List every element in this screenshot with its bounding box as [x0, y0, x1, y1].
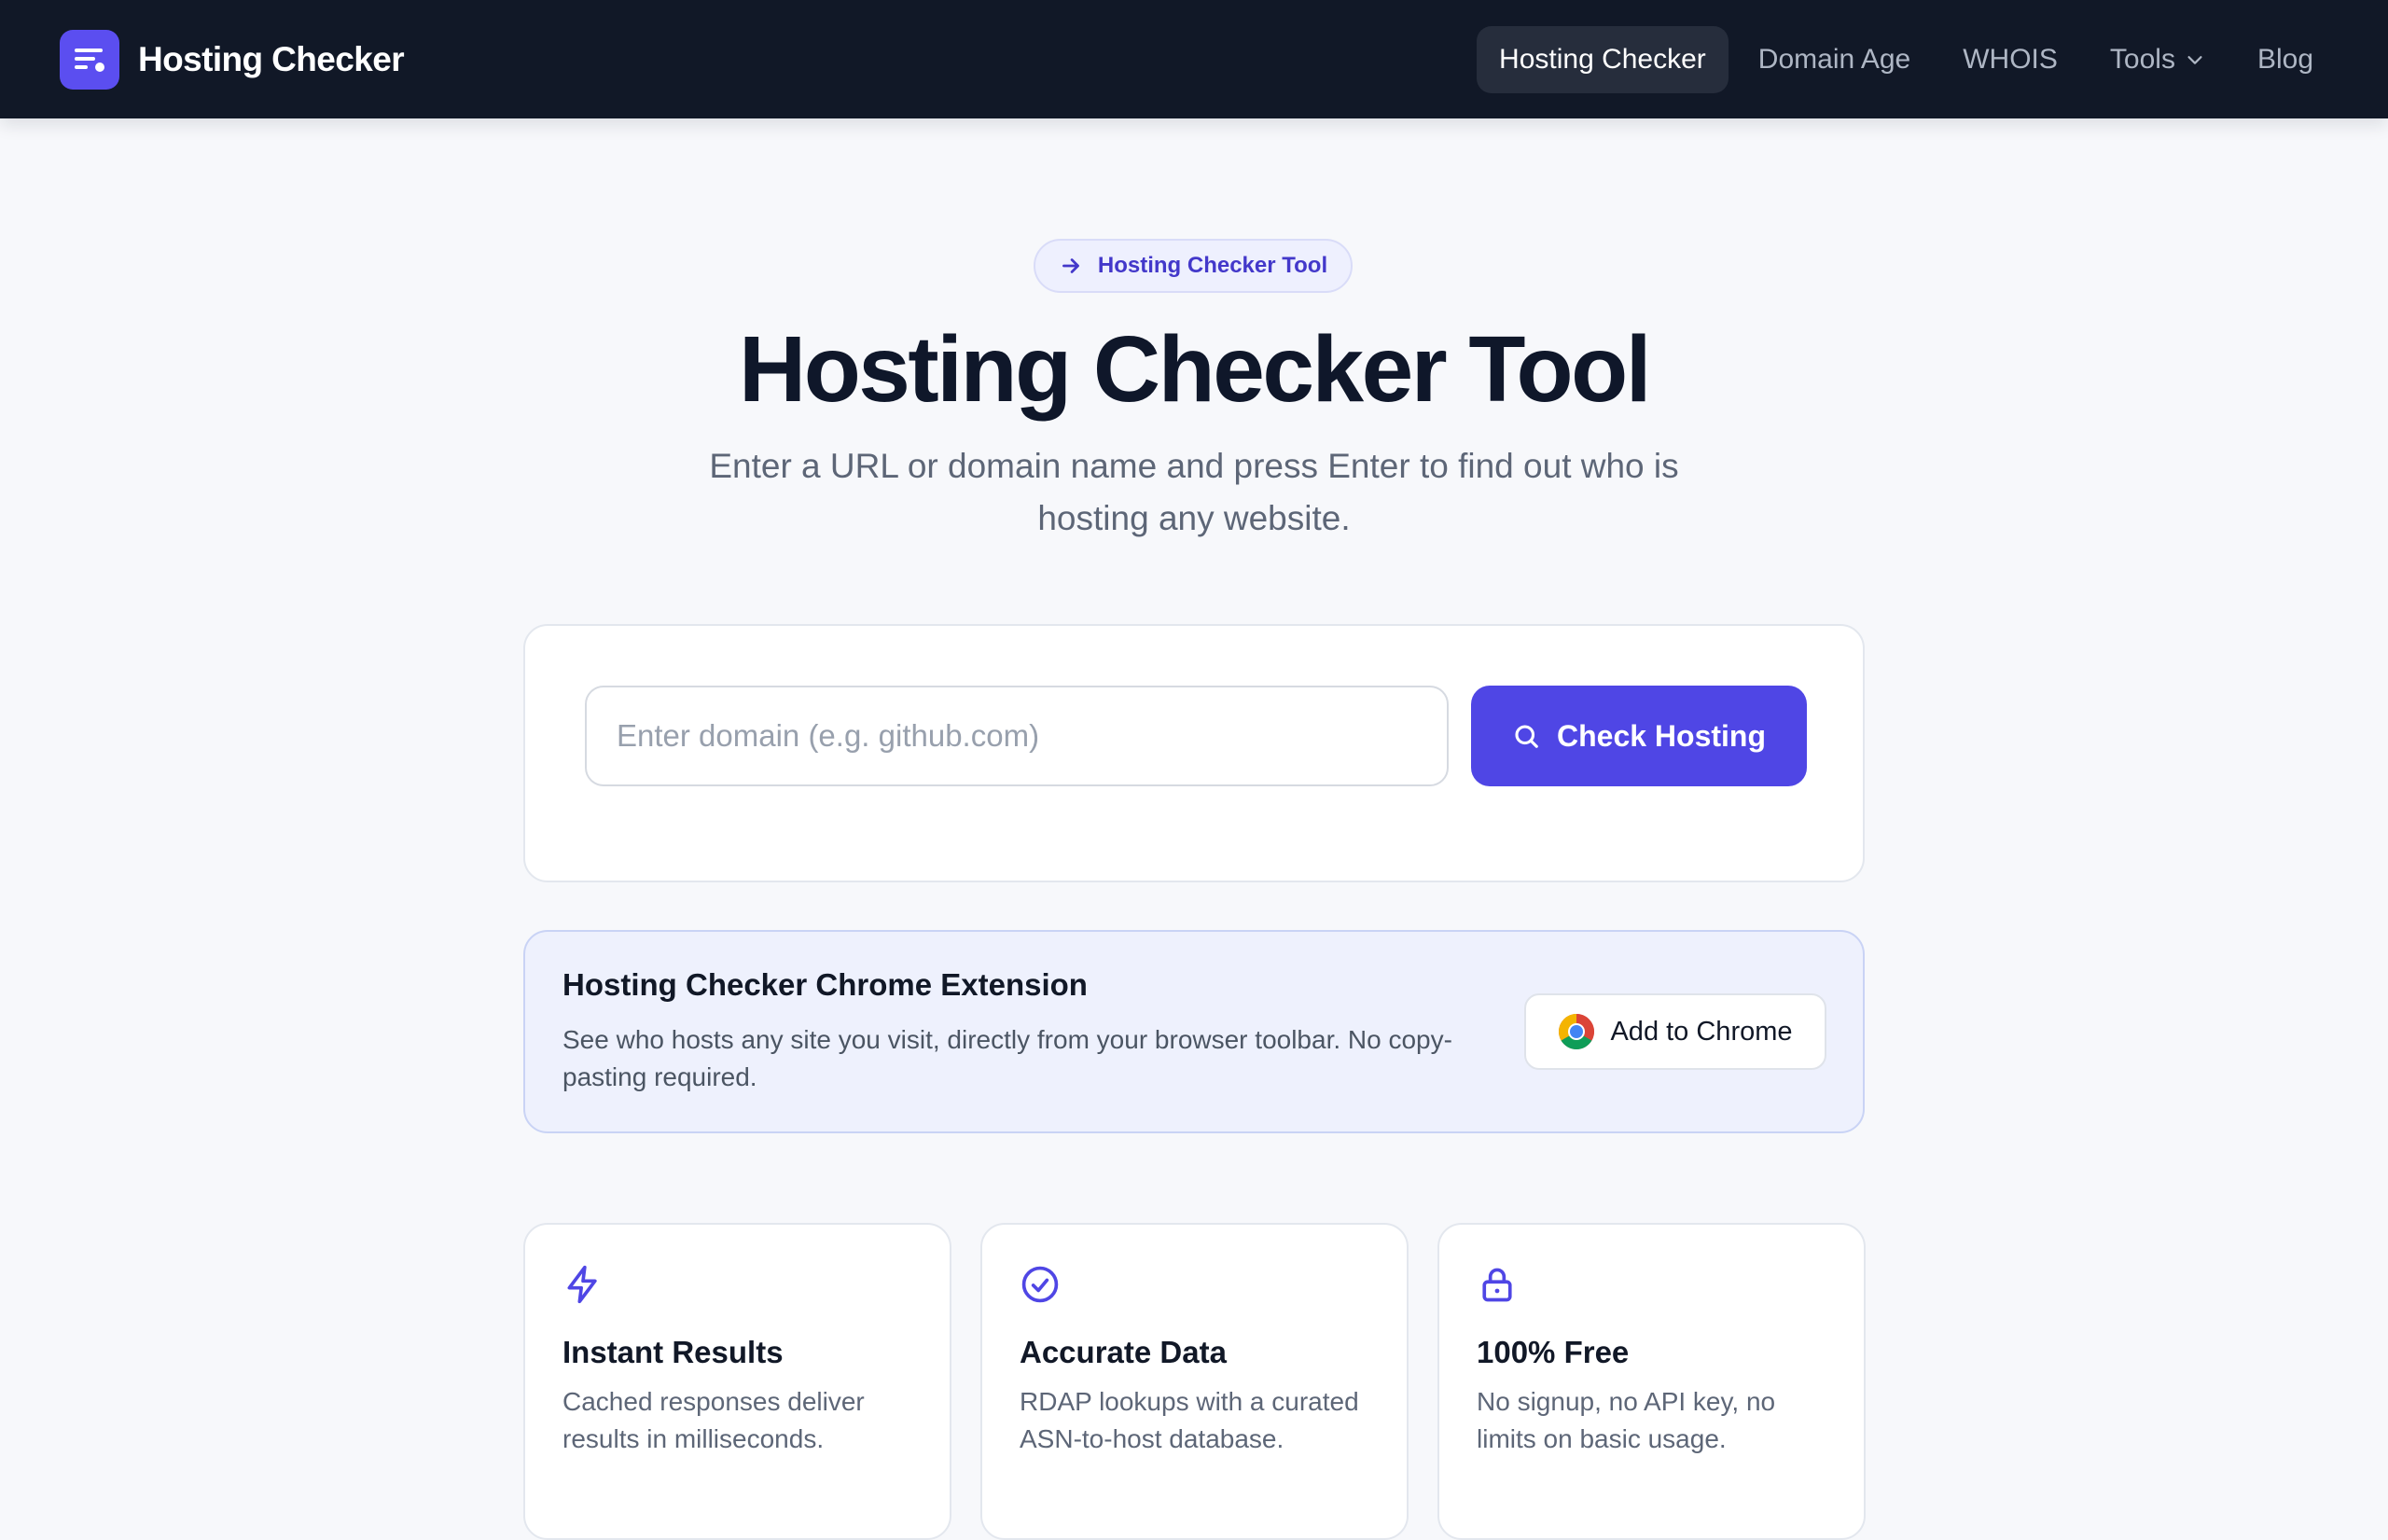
add-to-chrome-label: Add to Chrome — [1610, 1016, 1793, 1047]
nav-item-blog[interactable]: Blog — [2235, 26, 2336, 93]
search-icon — [1512, 722, 1540, 750]
nav-item-hosting-checker[interactable]: Hosting Checker — [1477, 26, 1729, 93]
arrow-right-icon — [1059, 254, 1083, 278]
nav-item-label: Tools — [2109, 44, 2175, 75]
feature-card-free: 100% Free No signup, no API key, no limi… — [1437, 1223, 1866, 1540]
feature-title: 100% Free — [1477, 1335, 1630, 1369]
nav-item-tools[interactable]: Tools — [2088, 26, 2228, 93]
check-circle-icon — [1020, 1264, 1061, 1305]
hero-badge: Hosting Checker Tool — [1034, 239, 1353, 293]
main-nav: Hosting Checker Domain Age WHOIS Tools B… — [1469, 26, 2336, 93]
chrome-extension-card: Hosting Checker Chrome Extension See who… — [523, 930, 1865, 1133]
top-navbar: Hosting Checker Hosting Checker Domain A… — [0, 0, 2388, 118]
lightning-icon — [562, 1264, 604, 1305]
brand-name: Hosting Checker — [138, 40, 405, 78]
add-to-chrome-button[interactable]: Add to Chrome — [1524, 993, 1826, 1070]
page-title: Hosting Checker Tool — [738, 317, 1652, 422]
feature-card-accurate-data: Accurate Data RDAP lookups with a curate… — [980, 1223, 1409, 1540]
feature-description: No signup, no API key, no limits on basi… — [1477, 1387, 1776, 1453]
nav-item-domain-age[interactable]: Domain Age — [1736, 26, 1933, 93]
chevron-down-icon — [2185, 49, 2205, 70]
nav-item-label: Blog — [2256, 44, 2313, 75]
feature-title: Instant Results — [562, 1335, 784, 1369]
domain-search-input[interactable] — [585, 686, 1449, 786]
check-hosting-label: Check Hosting — [1556, 718, 1767, 753]
lock-icon — [1477, 1264, 1518, 1305]
nav-item-label: WHOIS — [1963, 44, 2058, 75]
nav-item-whois[interactable]: WHOIS — [1940, 26, 2080, 93]
feature-description: Cached responses deliver results in mill… — [562, 1387, 865, 1453]
brand-logo-icon — [60, 30, 119, 90]
page-subtitle: Enter a URL or domain name and press Ent… — [709, 447, 1679, 537]
search-card: Check Hosting — [523, 624, 1865, 882]
feature-title: Accurate Data — [1020, 1335, 1227, 1369]
hero-badge-label: Hosting Checker Tool — [1097, 253, 1328, 278]
check-hosting-button[interactable]: Check Hosting — [1471, 686, 1807, 786]
extension-title: Hosting Checker Chrome Extension — [562, 967, 1088, 1002]
brand[interactable]: Hosting Checker — [60, 30, 405, 90]
extension-description: See who hosts any site you visit, direct… — [562, 1025, 1452, 1091]
chrome-icon — [1558, 1013, 1595, 1050]
nav-item-label: Domain Age — [1757, 44, 1911, 75]
feature-description: RDAP lookups with a curated ASN-to-host … — [1020, 1387, 1359, 1453]
feature-card-instant-results: Instant Results Cached responses deliver… — [523, 1223, 951, 1540]
nav-item-label: Hosting Checker — [1499, 44, 1706, 75]
